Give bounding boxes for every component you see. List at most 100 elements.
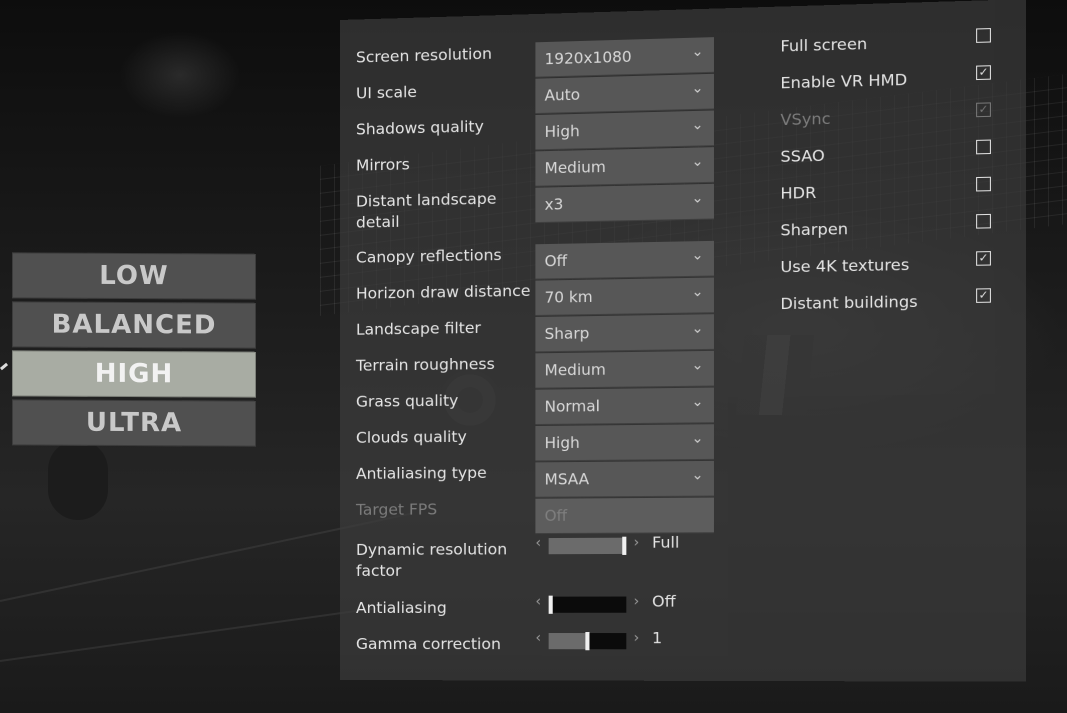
checkbox: ✓ xyxy=(976,102,991,118)
checkbox[interactable]: ✓ xyxy=(976,251,991,266)
slider-handle[interactable] xyxy=(622,536,627,555)
chevron-down-icon: ⌄ xyxy=(691,430,704,447)
checkbox-label: VSync xyxy=(780,109,831,130)
antialiasing-type-dropdown[interactable]: MSAA ⌄ xyxy=(535,460,714,498)
preset-high[interactable]: HIGH xyxy=(12,350,256,398)
chevron-right-icon[interactable]: › xyxy=(634,593,640,609)
gamma-correction-slider[interactable]: ‹ › 1 xyxy=(535,628,782,655)
floor-line xyxy=(0,607,377,662)
checkbox-ssao[interactable]: SSAO xyxy=(780,139,1001,178)
dropdown-value: High xyxy=(544,121,580,142)
chevron-down-icon: ⌄ xyxy=(691,467,704,484)
setting-label: Canopy reflections xyxy=(355,245,502,267)
checkbox-label: Full screen xyxy=(780,34,868,56)
cursor-pointer-icon xyxy=(0,362,9,371)
horizon-draw-distance-dropdown[interactable]: 70 km ⌄ xyxy=(535,277,714,316)
setting-label-line: detail xyxy=(355,212,400,232)
setting-target-fps: Target FPS Off xyxy=(355,497,722,535)
antialiasing-slider[interactable]: ‹ › Off xyxy=(535,592,782,618)
chevron-down-icon: ⌄ xyxy=(691,43,704,61)
chevron-down-icon: ⌄ xyxy=(691,190,704,207)
checkbox[interactable] xyxy=(976,213,991,229)
slider-value: Full xyxy=(652,533,680,552)
chevron-down-icon: ⌄ xyxy=(691,320,704,337)
chevron-right-icon[interactable]: › xyxy=(634,535,640,551)
dropdown-value: 70 km xyxy=(544,287,593,307)
slider-track[interactable] xyxy=(548,536,627,555)
setting-label: Gamma correction xyxy=(355,635,501,654)
setting-antialiasing-type: Antialiasing type MSAA ⌄ xyxy=(355,460,722,498)
dropdown-value: Auto xyxy=(544,85,581,105)
terrain-roughness-dropdown[interactable]: Medium ⌄ xyxy=(535,350,714,389)
ui-scale-dropdown[interactable]: Auto ⌄ xyxy=(535,73,714,115)
screen-resolution-dropdown[interactable]: 1920x1080 ⌄ xyxy=(535,37,714,78)
dropdown-value: MSAA xyxy=(544,470,590,489)
slider-fill xyxy=(548,633,588,650)
target-fps-dropdown: Off xyxy=(535,497,714,535)
dropdown-value: 1920x1080 xyxy=(544,47,632,69)
setting-label: Antialiasing xyxy=(355,598,447,617)
dynamic-resolution-factor-slider[interactable]: ‹ › Full xyxy=(535,533,782,559)
setting-distant-landscape-detail: Distant landscape detail x3 ⌄ xyxy=(355,183,722,240)
setting-label: Grass quality xyxy=(355,391,459,411)
landscape-filter-dropdown[interactable]: Sharp ⌄ xyxy=(535,314,714,353)
slider-fill xyxy=(548,537,627,555)
checkbox-sharpen[interactable]: Sharpen xyxy=(780,213,1001,252)
chevron-down-icon: ⌄ xyxy=(691,153,704,171)
slider-value: 1 xyxy=(652,628,663,648)
checkbox-enable-vr-hmd[interactable]: Enable VR HMD ✓ xyxy=(780,65,1001,105)
checkbox-use-4k-textures[interactable]: Use 4K textures ✓ xyxy=(780,251,1001,289)
setting-grass-quality: Grass quality Normal ⌄ xyxy=(355,387,722,426)
checkbox[interactable] xyxy=(976,139,991,155)
settings-panel: Screen resolution 1920x1080 ⌄ UI scale A… xyxy=(340,0,1027,682)
slider-handle[interactable] xyxy=(585,632,590,651)
checkbox-label: Distant buildings xyxy=(780,292,918,314)
chevron-left-icon[interactable]: ‹ xyxy=(535,630,541,646)
slider-track[interactable] xyxy=(548,632,627,651)
checkbox-label: HDR xyxy=(780,183,817,203)
canopy-reflections-dropdown[interactable]: Off ⌄ xyxy=(535,240,714,280)
checkbox[interactable]: ✓ xyxy=(976,65,991,81)
preset-balanced[interactable]: BALANCED xyxy=(12,301,256,349)
setting-label: Antialiasing type xyxy=(355,463,487,483)
setting-label: Target FPS xyxy=(355,500,438,519)
setting-shadows-quality: Shadows quality High ⌄ xyxy=(356,110,722,153)
setting-label: Mirrors xyxy=(355,155,410,175)
checkbox[interactable] xyxy=(976,176,991,192)
setting-gamma-correction: Gamma correction ‹ › 1 xyxy=(355,629,722,669)
checkbox-vsync: VSync ✓ xyxy=(780,102,1001,141)
checkbox-label: SSAO xyxy=(780,146,825,167)
shadows-quality-dropdown[interactable]: High ⌄ xyxy=(535,110,714,151)
setting-label: Clouds quality xyxy=(355,427,467,447)
preset-ultra[interactable]: ULTRA xyxy=(12,399,256,447)
chevron-down-icon: ⌄ xyxy=(691,357,704,374)
setting-label: Horizon draw distance xyxy=(355,281,531,303)
setting-label-line: Dynamic resolution xyxy=(355,540,508,559)
checkbox-label: Sharpen xyxy=(780,219,849,240)
chevron-right-icon[interactable]: › xyxy=(634,630,640,646)
mirrors-dropdown[interactable]: Medium ⌄ xyxy=(535,147,714,187)
wheel-background xyxy=(48,440,108,520)
slider-track[interactable] xyxy=(548,595,627,614)
setting-label: UI scale xyxy=(355,82,417,103)
chevron-left-icon[interactable]: ‹ xyxy=(535,594,541,610)
setting-label: Terrain roughness xyxy=(355,354,495,375)
checkbox-distant-buildings[interactable]: Distant buildings ✓ xyxy=(780,288,1001,325)
checkbox-label: Use 4K textures xyxy=(780,255,910,277)
slider-handle[interactable] xyxy=(548,595,553,614)
checkbox[interactable]: ✓ xyxy=(976,288,991,303)
setting-canopy-reflections: Canopy reflections Off ⌄ xyxy=(355,240,722,282)
preset-low[interactable]: LOW xyxy=(12,252,256,300)
distant-landscape-detail-dropdown[interactable]: x3 ⌄ xyxy=(535,183,714,224)
dropdown-value: Normal xyxy=(544,397,600,416)
checkbox[interactable] xyxy=(976,28,991,43)
chevron-down-icon: ⌄ xyxy=(691,116,704,134)
game-settings-screen: LOW BALANCED HIGH ULTRA Screen resolutio… xyxy=(0,0,1067,713)
setting-label-line: factor xyxy=(355,561,402,580)
chevron-left-icon[interactable]: ‹ xyxy=(535,535,541,551)
clouds-quality-dropdown[interactable]: High ⌄ xyxy=(535,424,714,462)
dropdown-value: x3 xyxy=(544,195,564,214)
grass-quality-dropdown[interactable]: Normal ⌄ xyxy=(535,387,714,426)
checkbox-full-screen[interactable]: Full screen xyxy=(780,28,1001,68)
checkbox-hdr[interactable]: HDR xyxy=(780,176,1001,215)
